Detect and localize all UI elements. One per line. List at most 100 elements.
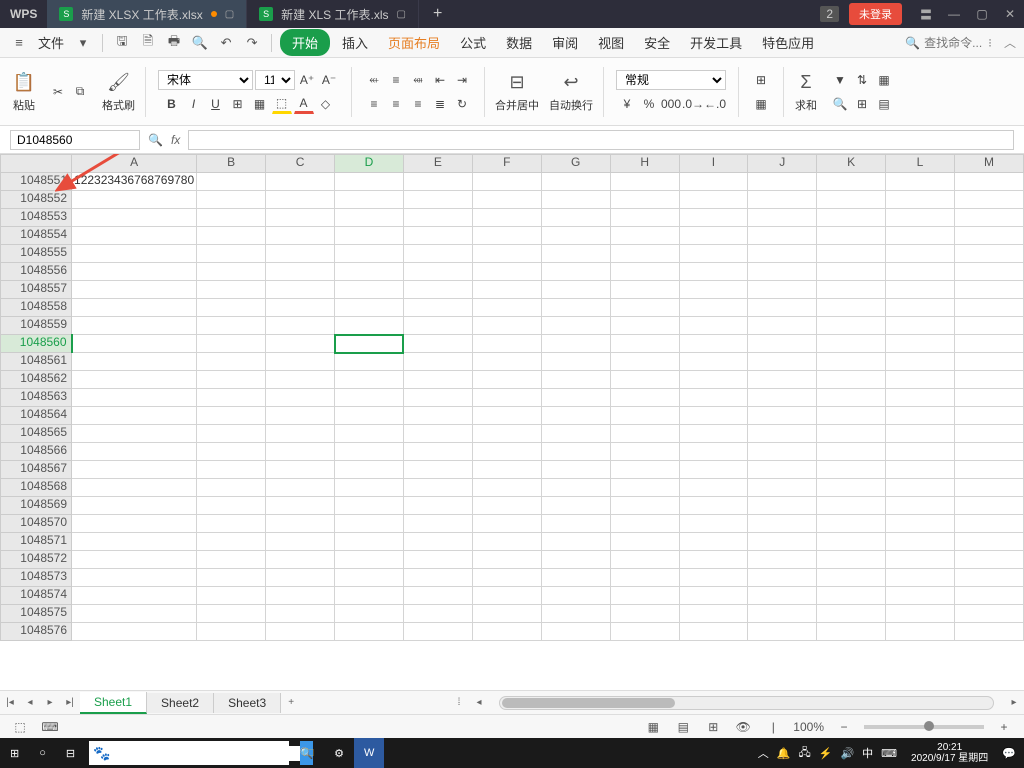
cell[interactable] xyxy=(679,569,748,587)
cell[interactable] xyxy=(748,569,817,587)
cell[interactable] xyxy=(954,317,1023,335)
cell[interactable] xyxy=(335,407,404,425)
row-header[interactable]: 1048567 xyxy=(1,461,72,479)
cell[interactable] xyxy=(886,227,955,245)
cell[interactable] xyxy=(472,389,541,407)
cell[interactable] xyxy=(817,299,886,317)
cell[interactable] xyxy=(886,515,955,533)
cell[interactable] xyxy=(335,443,404,461)
cell[interactable] xyxy=(886,587,955,605)
cell[interactable] xyxy=(472,191,541,209)
cell[interactable]: 122323436768769780 xyxy=(72,173,197,191)
cell[interactable] xyxy=(335,371,404,389)
cell[interactable] xyxy=(472,443,541,461)
cell[interactable] xyxy=(610,443,679,461)
cell[interactable] xyxy=(72,353,197,371)
cell[interactable] xyxy=(954,443,1023,461)
cell[interactable] xyxy=(266,191,335,209)
maximize-icon[interactable]: ▢ xyxy=(968,0,996,28)
settings-icon[interactable]: ⚙ xyxy=(324,738,354,768)
cell[interactable] xyxy=(266,425,335,443)
cell[interactable] xyxy=(72,443,197,461)
cell[interactable] xyxy=(610,461,679,479)
filter-icon[interactable]: ▼ xyxy=(830,70,850,90)
copy-icon[interactable]: ⧉ xyxy=(70,82,90,102)
fill-color-icon[interactable]: ⬚ xyxy=(272,94,292,114)
indent-decrease-icon[interactable]: ⇤ xyxy=(430,70,450,90)
page-layout-view-icon[interactable]: ▤ xyxy=(673,719,693,735)
font-select[interactable]: 宋体 xyxy=(158,70,253,90)
column-header[interactable]: A xyxy=(72,155,197,173)
file-explorer-icon[interactable]: 🗀 xyxy=(293,738,324,768)
row-header[interactable]: 1048568 xyxy=(1,479,72,497)
zoom-level[interactable]: 100% xyxy=(793,720,824,734)
cell[interactable] xyxy=(197,587,266,605)
increase-decimal-icon[interactable]: .0→ xyxy=(683,94,703,114)
cell[interactable] xyxy=(817,605,886,623)
cell[interactable] xyxy=(541,335,610,353)
cell[interactable] xyxy=(954,335,1023,353)
column-header[interactable]: J xyxy=(748,155,817,173)
cell[interactable] xyxy=(748,479,817,497)
cell[interactable] xyxy=(72,281,197,299)
cell[interactable] xyxy=(541,587,610,605)
cell[interactable] xyxy=(197,389,266,407)
cell[interactable] xyxy=(610,533,679,551)
column-header[interactable]: H xyxy=(610,155,679,173)
row-header[interactable]: 1048572 xyxy=(1,551,72,569)
row-header[interactable]: 1048566 xyxy=(1,443,72,461)
cell[interactable] xyxy=(817,443,886,461)
cell[interactable] xyxy=(197,281,266,299)
cell[interactable] xyxy=(335,281,404,299)
collapse-ribbon-icon[interactable]: ︿ xyxy=(1004,34,1016,51)
cell[interactable] xyxy=(266,317,335,335)
cell-style-icon[interactable]: ▦ xyxy=(250,94,270,114)
cell[interactable] xyxy=(266,461,335,479)
row-col-icon[interactable]: ⊞ xyxy=(852,94,872,114)
cell[interactable] xyxy=(335,461,404,479)
cell[interactable] xyxy=(72,389,197,407)
cell[interactable] xyxy=(541,425,610,443)
cell[interactable] xyxy=(610,245,679,263)
first-sheet-icon[interactable]: |◂ xyxy=(0,693,20,713)
document-tab[interactable]: S 新建 XLS 工作表.xls ▢ xyxy=(247,0,419,28)
row-header[interactable]: 1048557 xyxy=(1,281,72,299)
decrease-font-icon[interactable]: A⁻ xyxy=(319,70,339,90)
menu-page-layout[interactable]: 页面布局 xyxy=(380,29,448,56)
add-sheet-icon[interactable]: + xyxy=(281,693,301,713)
currency-icon[interactable]: ¥ xyxy=(617,94,637,114)
save-as-icon[interactable]: 🗎 xyxy=(137,32,159,54)
cell[interactable] xyxy=(197,353,266,371)
cell[interactable] xyxy=(748,371,817,389)
cell[interactable] xyxy=(610,389,679,407)
cell[interactable] xyxy=(817,515,886,533)
cell[interactable] xyxy=(197,263,266,281)
cell[interactable] xyxy=(472,281,541,299)
cell[interactable] xyxy=(610,263,679,281)
cell[interactable] xyxy=(403,209,472,227)
row-header[interactable]: 1048556 xyxy=(1,263,72,281)
row-header[interactable]: 1048574 xyxy=(1,587,72,605)
menu-formula[interactable]: 公式 xyxy=(452,29,494,56)
cell[interactable] xyxy=(679,281,748,299)
start-button[interactable]: ⊞ xyxy=(0,738,29,768)
column-header[interactable]: C xyxy=(266,155,335,173)
cell[interactable] xyxy=(886,479,955,497)
cell[interactable] xyxy=(335,191,404,209)
cell[interactable] xyxy=(472,227,541,245)
font-color-icon[interactable]: A xyxy=(294,94,314,114)
cell[interactable] xyxy=(403,335,472,353)
cell[interactable] xyxy=(197,425,266,443)
cell[interactable] xyxy=(472,173,541,191)
cell[interactable] xyxy=(679,173,748,191)
cell[interactable] xyxy=(679,371,748,389)
cell[interactable] xyxy=(748,227,817,245)
cell[interactable] xyxy=(610,317,679,335)
cell[interactable] xyxy=(266,245,335,263)
tab-minimize-icon[interactable]: ▢ xyxy=(397,9,406,20)
italic-icon[interactable]: I xyxy=(184,94,204,114)
cell[interactable] xyxy=(197,533,266,551)
name-box[interactable] xyxy=(10,130,140,150)
worksheet-icon[interactable]: ▤ xyxy=(874,94,894,114)
cell[interactable] xyxy=(954,407,1023,425)
